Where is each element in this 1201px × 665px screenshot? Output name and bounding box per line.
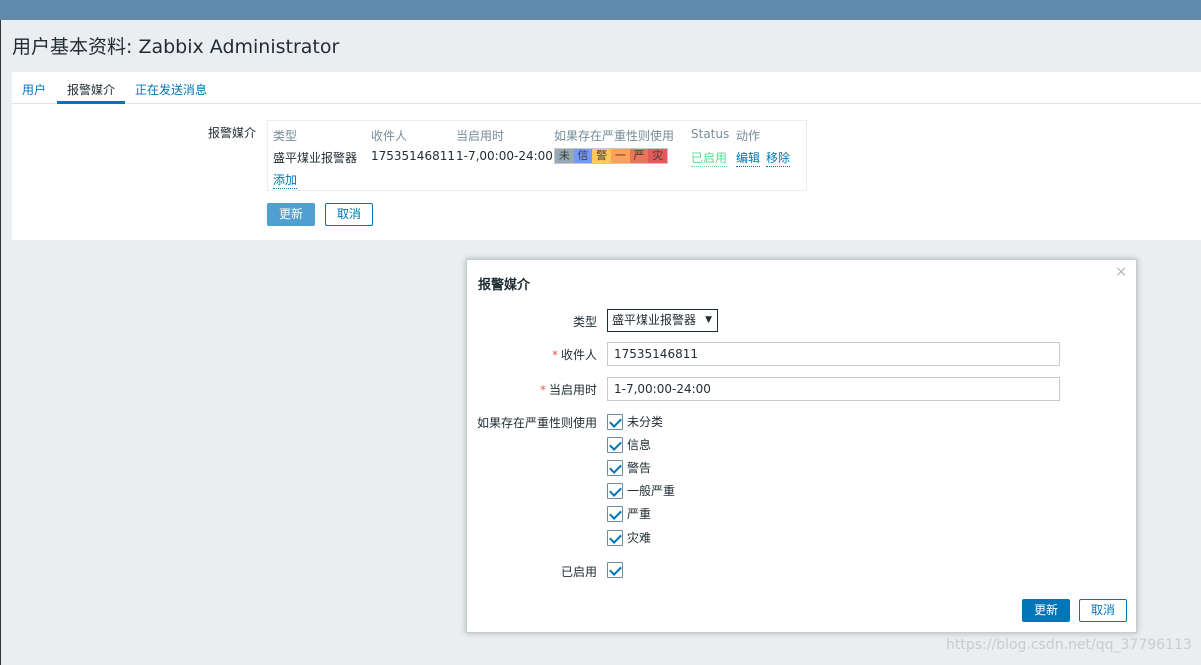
user-profile-panel: 用户 报警媒介 正在发送消息 报警媒介 类型 收件人 当启用时 如果存在严重性则… <box>12 72 1201 240</box>
close-icon[interactable]: × <box>1115 264 1127 280</box>
severity-indicator: 未 信 警 一 严 灾 <box>554 148 668 164</box>
media-status-link[interactable]: 已启用 <box>691 149 728 167</box>
tab-user[interactable]: 用户 <box>22 81 46 98</box>
enabled-option[interactable] <box>607 562 627 580</box>
checkbox-checked-icon[interactable] <box>607 413 623 430</box>
period-input[interactable]: 1-7,00:00-24:00 <box>607 377 1060 401</box>
severity-option-information[interactable]: 信息 <box>607 436 651 454</box>
dropdown-arrow-icon: ▼ <box>705 315 712 325</box>
required-marker: * <box>539 383 546 397</box>
severity-average: 一 <box>611 149 630 163</box>
type-select-value: 盛平煤业报警器 <box>612 313 697 327</box>
sendto-label-text: 收件人 <box>560 348 597 362</box>
top-bar <box>0 0 1201 20</box>
media-row-type: 盛平煤业报警器 <box>273 151 358 165</box>
tab-media[interactable]: 报警媒介 <box>67 81 115 98</box>
sendto-label: * 收件人 <box>467 346 597 363</box>
severity-not-classified: 未 <box>555 149 574 163</box>
checkbox-checked-icon[interactable] <box>607 529 623 546</box>
page-title: 用户基本资料: Zabbix Administrator <box>12 36 340 58</box>
media-row-sendto: 17535146811 <box>371 149 455 163</box>
media-dialog: 报警媒介 × 类型 盛平煤业报警器 ▼ * 收件人 17535146811 * 当启… <box>466 259 1137 633</box>
edit-media-link[interactable]: 编辑 <box>736 149 761 167</box>
period-label: * 当启用时 <box>467 381 597 398</box>
severity-option-average[interactable]: 一般严重 <box>607 482 675 500</box>
severity-option-high[interactable]: 严重 <box>607 505 651 523</box>
type-select[interactable]: 盛平煤业报警器 ▼ <box>607 309 718 332</box>
checkbox-checked-icon[interactable] <box>607 459 623 476</box>
severity-disaster: 灾 <box>648 149 668 163</box>
watermark: https://blog.csdn.net/qq_37796113 <box>946 637 1192 653</box>
severity-option-not-classified[interactable]: 未分类 <box>607 413 663 431</box>
dialog-cancel-button[interactable]: 取消 <box>1079 599 1127 622</box>
media-row-when-active: 1-7,00:00-24:00 <box>456 149 553 163</box>
add-media-link[interactable]: 添加 <box>273 171 298 189</box>
media-form-label: 报警媒介 <box>208 126 257 140</box>
sendto-input[interactable]: 17535146811 <box>607 342 1060 366</box>
severity-information: 信 <box>573 149 593 163</box>
checkbox-checked-icon[interactable] <box>607 505 623 522</box>
enabled-checkbox[interactable] <box>607 562 623 578</box>
checkbox-checked-icon[interactable] <box>607 436 623 453</box>
tab-messaging[interactable]: 正在发送消息 <box>135 81 207 98</box>
column-header-sendto: 收件人 <box>371 129 408 143</box>
required-marker: * <box>551 348 558 362</box>
severity-label: 如果存在严重性则使用 <box>476 416 597 430</box>
type-label: 类型 <box>572 315 597 329</box>
dialog-update-button[interactable]: 更新 <box>1022 599 1070 622</box>
severity-high: 严 <box>629 149 649 163</box>
column-header-severity: 如果存在严重性则使用 <box>554 129 675 143</box>
remove-media-link[interactable]: 移除 <box>766 149 791 167</box>
enabled-label: 已启用 <box>560 565 597 579</box>
dialog-title: 报警媒介 <box>478 278 531 293</box>
column-header-action: 动作 <box>736 129 761 143</box>
media-table: 类型 收件人 当启用时 如果存在严重性则使用 Status 动作 盛平煤业报警器… <box>267 120 807 191</box>
window-edge <box>0 0 1 665</box>
severity-option-disaster[interactable]: 灾难 <box>607 529 651 547</box>
column-header-when-active: 当启用时 <box>456 129 505 143</box>
active-tab-indicator <box>57 101 125 104</box>
severity-option-warning[interactable]: 警告 <box>607 459 651 477</box>
column-header-type: 类型 <box>273 129 298 143</box>
update-button[interactable]: 更新 <box>267 203 315 226</box>
severity-warning: 警 <box>592 149 612 163</box>
cancel-button[interactable]: 取消 <box>325 203 373 226</box>
tab-bar: 用户 报警媒介 正在发送消息 <box>12 72 1201 104</box>
period-label-text: 当启用时 <box>548 383 597 397</box>
column-header-status: Status <box>691 127 730 141</box>
checkbox-checked-icon[interactable] <box>607 482 623 499</box>
